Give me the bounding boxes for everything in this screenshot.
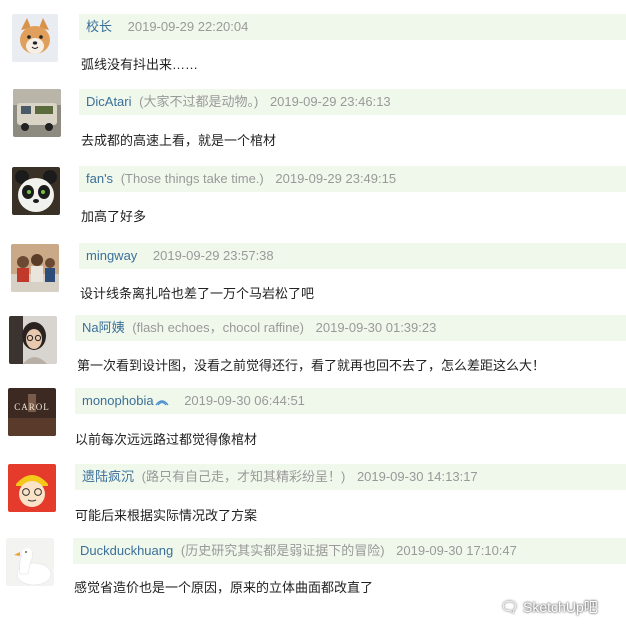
comment-timestamp: 2019-09-29 23:57:38 — [152, 248, 274, 263]
comment-author-link[interactable]: mingway — [79, 248, 137, 263]
comment-timestamp: 2019-09-30 17:10:47 — [396, 543, 517, 558]
svg-text:CAROL: CAROL — [14, 402, 50, 412]
comment-text: 去成都的高速上看，就是一个棺材 — [81, 133, 277, 148]
wechat-icon: 🗨 — [500, 599, 520, 616]
comment-header: DicAtari (大家不过都是动物。) 2019-09-29 23:46:13 — [79, 89, 626, 115]
shiba-dog-avatar[interactable] — [12, 14, 58, 62]
comment-text: 以前每次远远路过都觉得像棺材 — [75, 432, 258, 447]
comment-text: 感觉省造价也是一个原因，原来的立体曲面都改直了 — [74, 580, 374, 595]
comment-author-nickname: (flash echoes，chocol raffine) — [132, 320, 304, 335]
comment-timestamp: 2019-09-29 23:49:15 — [275, 171, 397, 186]
comment-author-nickname: (路只有自己走，才知其精彩纷呈！) — [141, 469, 346, 484]
comment-timestamp: 2019-09-30 01:39:23 — [315, 320, 437, 335]
comment-author-link[interactable]: Duckduckhuang — [73, 543, 173, 558]
kung-fu-panda-avatar[interactable] — [12, 167, 60, 215]
cartoon-boy-avatar[interactable] — [8, 464, 56, 512]
comment-timestamp: 2019-09-29 22:20:04 — [127, 19, 249, 34]
comment-author-nickname: (Those things take time.) — [120, 171, 264, 186]
carol-poster-avatar[interactable]: CAROL — [8, 388, 56, 436]
white-duck-avatar[interactable] — [6, 538, 54, 586]
comment-author-nickname: (大家不过都是动物。) — [139, 94, 259, 109]
group-photo-avatar[interactable] — [11, 244, 59, 292]
comment-header: fan's (Those things take time.) 2019-09-… — [79, 166, 626, 192]
comment-author-link[interactable]: 遗陆疯沉 — [75, 469, 134, 484]
watermark: 🗨 SketchUp吧 — [500, 597, 598, 617]
watermark-text: SketchUp吧 — [523, 599, 598, 615]
woman-glasses-avatar[interactable] — [9, 316, 57, 364]
comment-author-link[interactable]: fan's — [79, 171, 113, 186]
comment-timestamp: 2019-09-30 14:13:17 — [356, 469, 478, 484]
comment-text: 第一次看到设计图，没看之前觉得还行，看了就再也回不去了，怎么差距这么大！ — [77, 358, 546, 373]
comment-header: Duckduckhuang (历史研究其实都是弱证据下的冒险) 2019-09-… — [73, 538, 626, 564]
comment-text: 可能后来根据实际情况改了方案 — [75, 508, 258, 523]
comment-text: 设计线条离扎哈也差了一万个马岩松了吧 — [80, 286, 315, 301]
comment-header: 校长 2019-09-29 22:20:04 — [79, 14, 626, 40]
comment-author-link[interactable]: Na阿姨 — [75, 320, 125, 335]
comment-header: Na阿姨 (flash echoes，chocol raffine) 2019-… — [75, 315, 626, 341]
comment-header: 遗陆疯沉 (路只有自己走，才知其精彩纷呈！) 2019-09-30 14:13:… — [75, 464, 626, 490]
comment-timestamp: 2019-09-30 06:44:51 — [184, 393, 305, 408]
comment-author-link[interactable]: 校长 — [79, 19, 112, 34]
vip-badge-icon — [155, 397, 169, 407]
comment-text: 弧线没有抖出来…… — [81, 57, 199, 72]
comment-header: monophobia 2019-09-30 06:44:51 — [75, 388, 626, 414]
comment-author-link[interactable]: monophobia — [75, 393, 154, 408]
comment-author-link[interactable]: DicAtari — [79, 94, 132, 109]
van-photo-avatar[interactable] — [13, 89, 61, 137]
comment-timestamp: 2019-09-29 23:46:13 — [269, 94, 391, 109]
comment-author-nickname: (历史研究其实都是弱证据下的冒险) — [180, 543, 385, 558]
comment-text: 加高了好多 — [81, 209, 147, 224]
comment-header: mingway 2019-09-29 23:57:38 — [79, 243, 626, 269]
